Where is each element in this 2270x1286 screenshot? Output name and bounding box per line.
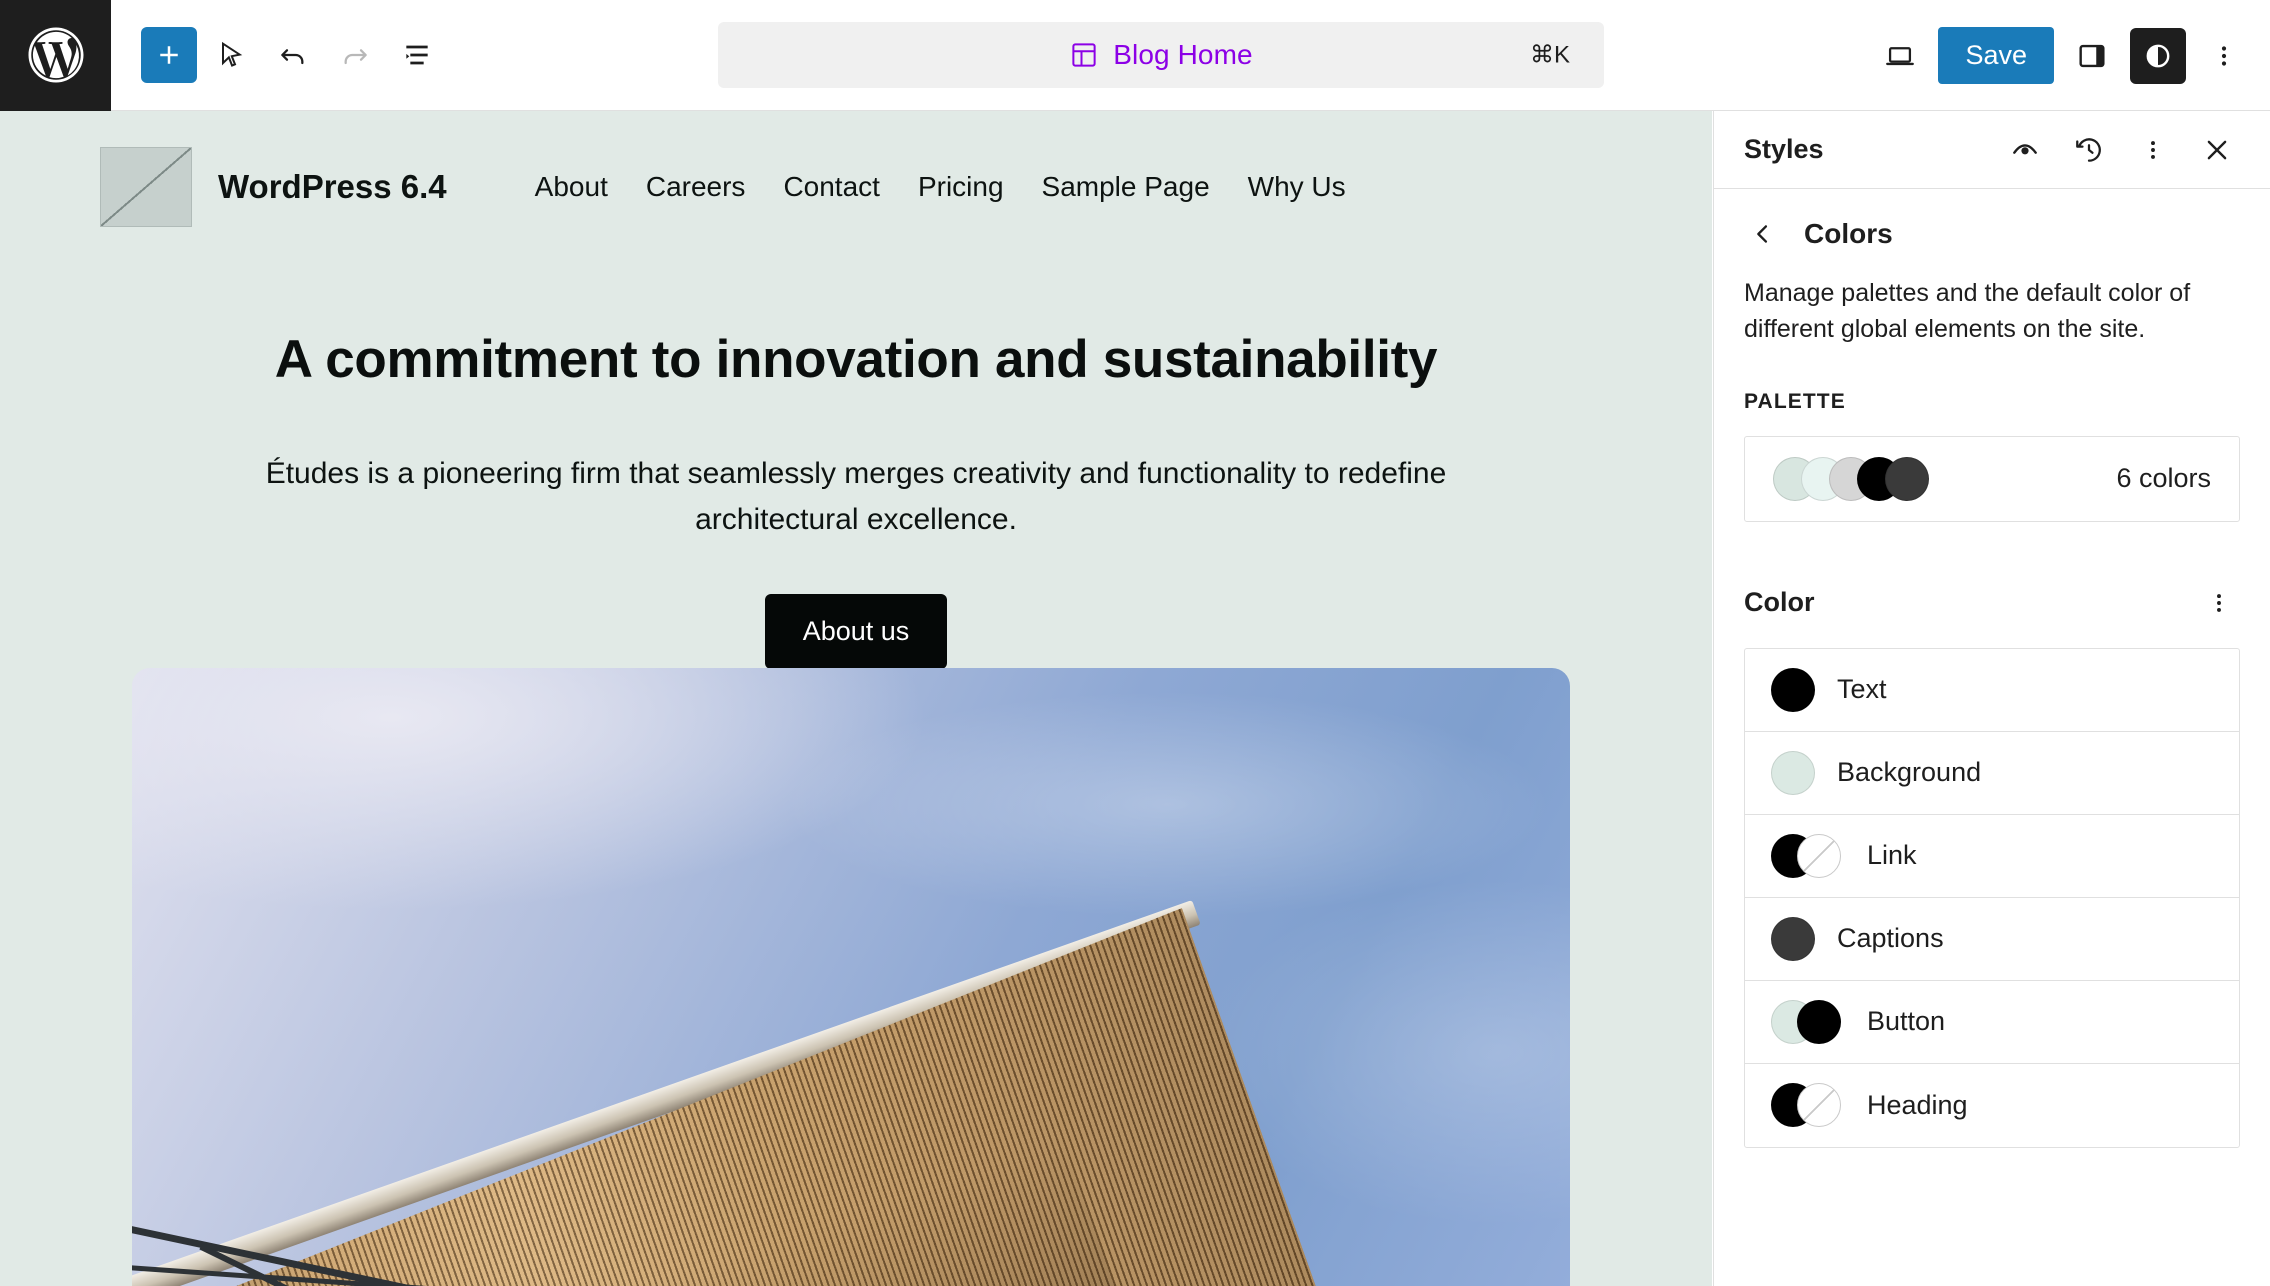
palette-count-label: 6 colors bbox=[2116, 463, 2211, 494]
cursor-arrow-icon bbox=[215, 39, 247, 71]
styles-header-actions bbox=[2000, 125, 2242, 175]
nav-item-pricing[interactable]: Pricing bbox=[918, 171, 1004, 203]
save-button[interactable]: Save bbox=[1938, 27, 2054, 84]
clock-revision-icon bbox=[2073, 134, 2105, 166]
wordpress-logo-icon bbox=[23, 22, 89, 88]
command-center-button[interactable]: Blog Home ⌘K bbox=[718, 22, 1604, 88]
three-dots-vertical-icon bbox=[2206, 590, 2232, 616]
sidebar-panel-icon bbox=[2075, 39, 2109, 73]
styles-sidebar: Styles bbox=[1713, 111, 2270, 1286]
eye-icon bbox=[2009, 134, 2041, 166]
wordpress-logo-button[interactable] bbox=[0, 0, 111, 111]
settings-sidebar-button[interactable] bbox=[2064, 28, 2120, 84]
close-x-icon bbox=[2202, 135, 2232, 165]
style-book-button[interactable] bbox=[2000, 125, 2050, 175]
styles-contrast-icon bbox=[2141, 39, 2175, 73]
styles-button[interactable] bbox=[2130, 28, 2186, 84]
about-us-button[interactable]: About us bbox=[765, 594, 948, 669]
wordpress-site-editor: Blog Home ⌘K Save bbox=[0, 0, 2270, 1286]
site-title[interactable]: WordPress 6.4 bbox=[218, 168, 447, 206]
three-dots-vertical-icon bbox=[2210, 42, 2238, 70]
palette-section-label: Palette bbox=[1714, 348, 2270, 414]
color-swatch bbox=[1771, 917, 1815, 961]
styles-section-description: Manage palettes and the default color of… bbox=[1714, 253, 2270, 348]
nav-item-contact[interactable]: Contact bbox=[783, 171, 880, 203]
color-item-link[interactable]: Link bbox=[1745, 815, 2239, 898]
list-view-button[interactable] bbox=[389, 27, 445, 83]
three-dots-vertical-icon bbox=[2140, 137, 2166, 163]
nav-item-why-us[interactable]: Why Us bbox=[1248, 171, 1346, 203]
template-layout-icon bbox=[1069, 40, 1099, 70]
site-preview-canvas[interactable]: WordPress 6.4 About Careers Contact Pric… bbox=[0, 111, 1712, 1286]
revisions-button[interactable] bbox=[2064, 125, 2114, 175]
styles-back-button[interactable] bbox=[1744, 215, 1782, 253]
color-section-label: Color bbox=[1744, 587, 1815, 618]
color-item-label: Background bbox=[1837, 757, 1981, 788]
color-item-captions[interactable]: Captions bbox=[1745, 898, 2239, 981]
toolbar-right-tools: Save bbox=[1872, 0, 2252, 111]
nav-item-sample-page[interactable]: Sample Page bbox=[1042, 171, 1210, 203]
color-swatch-group bbox=[1771, 751, 1815, 795]
color-item-button[interactable]: Button bbox=[1745, 981, 2239, 1064]
undo-arrow-icon bbox=[277, 39, 309, 71]
styles-breadcrumb: Colors bbox=[1714, 189, 2270, 253]
site-logo-placeholder-icon[interactable] bbox=[100, 147, 192, 227]
color-options-button[interactable] bbox=[2194, 578, 2244, 628]
plus-icon bbox=[154, 40, 184, 70]
tools-select-button[interactable] bbox=[203, 27, 259, 83]
chevron-left-icon bbox=[1749, 220, 1777, 248]
color-swatch bbox=[1797, 1000, 1841, 1044]
color-item-text[interactable]: Text bbox=[1745, 649, 2239, 732]
styles-panel-title: Styles bbox=[1744, 134, 1824, 165]
color-swatch-group bbox=[1771, 1000, 1845, 1044]
color-item-label: Button bbox=[1867, 1006, 1945, 1037]
color-item-label: Link bbox=[1867, 840, 1917, 871]
hero-section: A commitment to innovation and sustainab… bbox=[0, 329, 1712, 669]
color-swatch bbox=[1797, 1083, 1841, 1127]
editor-options-button[interactable] bbox=[2196, 28, 2252, 84]
palette-row[interactable]: 6 colors bbox=[1744, 436, 2240, 522]
color-swatch bbox=[1771, 668, 1815, 712]
color-swatch-group bbox=[1771, 917, 1815, 961]
redo-arrow-icon bbox=[339, 39, 371, 71]
palette-swatch bbox=[1885, 457, 1929, 501]
palette-swatch-stack bbox=[1773, 457, 1913, 501]
color-swatch bbox=[1771, 751, 1815, 795]
site-header-block[interactable]: WordPress 6.4 About Careers Contact Pric… bbox=[0, 111, 1712, 227]
nav-item-about[interactable]: About bbox=[535, 171, 608, 203]
color-swatch-group bbox=[1771, 1083, 1845, 1127]
nav-item-careers[interactable]: Careers bbox=[646, 171, 746, 203]
color-swatch-group bbox=[1771, 668, 1815, 712]
site-navigation[interactable]: About Careers Contact Pricing Sample Pag… bbox=[535, 171, 1346, 203]
hero-paragraph[interactable]: Études is a pioneering firm that seamles… bbox=[210, 451, 1502, 542]
editor-toolbar: Blog Home ⌘K Save bbox=[0, 0, 2270, 111]
color-item-label: Heading bbox=[1867, 1090, 1968, 1121]
hero-image[interactable] bbox=[132, 668, 1570, 1286]
color-elements-list: Text Background Link Captions Button Heading bbox=[1744, 648, 2240, 1148]
redo-button[interactable] bbox=[327, 27, 383, 83]
color-section-header: Color bbox=[1714, 522, 2270, 628]
toolbar-left-tools bbox=[141, 27, 445, 83]
color-item-label: Captions bbox=[1837, 923, 1944, 954]
list-view-icon bbox=[401, 39, 433, 71]
hero-heading[interactable]: A commitment to innovation and sustainab… bbox=[210, 329, 1502, 391]
command-center-shortcut: ⌘K bbox=[1530, 41, 1570, 70]
close-styles-button[interactable] bbox=[2192, 125, 2242, 175]
color-item-background[interactable]: Background bbox=[1745, 732, 2239, 815]
laptop-icon bbox=[1883, 39, 1917, 73]
styles-sidebar-header: Styles bbox=[1714, 111, 2270, 189]
color-swatch bbox=[1797, 834, 1841, 878]
view-device-button[interactable] bbox=[1872, 28, 1928, 84]
command-center-content: Blog Home bbox=[1069, 39, 1252, 71]
styles-options-button[interactable] bbox=[2128, 125, 2178, 175]
styles-section-title: Colors bbox=[1804, 218, 1893, 250]
add-block-button[interactable] bbox=[141, 27, 197, 83]
command-center-label: Blog Home bbox=[1113, 39, 1252, 71]
color-item-label: Text bbox=[1837, 674, 1887, 705]
undo-button[interactable] bbox=[265, 27, 321, 83]
color-item-heading[interactable]: Heading bbox=[1745, 1064, 2239, 1147]
color-swatch-group bbox=[1771, 834, 1845, 878]
